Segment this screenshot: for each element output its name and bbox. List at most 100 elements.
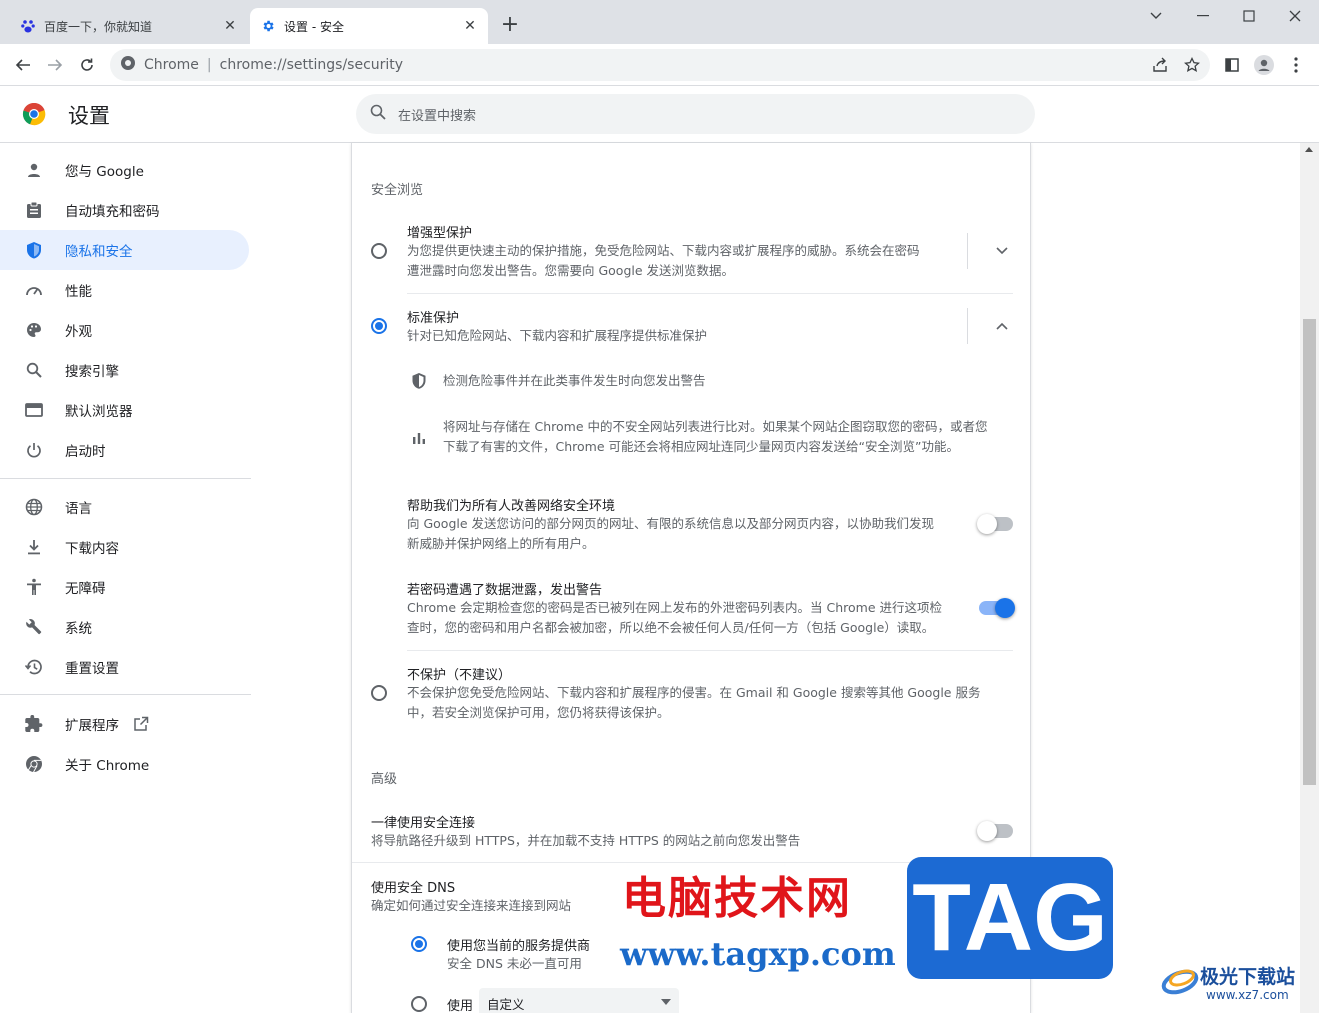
tab-settings-security[interactable]: 设置 - 安全 ✕ <box>250 8 488 44</box>
sidebar-item-reset-settings[interactable]: 重置设置 <box>0 647 249 687</box>
back-button[interactable] <box>10 52 36 78</box>
address-url: chrome://settings/security <box>219 57 404 73</box>
sidebar-item-label: 启动时 <box>65 444 106 460</box>
maximize-icon[interactable] <box>1226 4 1272 28</box>
sidebar-divider <box>0 694 251 695</box>
sidebar-item-privacy-security[interactable]: 隐私和安全 <box>0 230 249 270</box>
sidebar-item-label: 您与 Google <box>65 164 144 180</box>
sidebar-item-search-engine[interactable]: 搜索引擎 <box>0 350 249 390</box>
standard-protection-radio[interactable] <box>371 318 387 334</box>
page-title: 设置 <box>68 104 110 128</box>
tab-title: 设置 - 安全 <box>284 19 344 34</box>
sidebar-divider <box>0 478 251 479</box>
https-only-toggle[interactable] <box>977 821 1013 841</box>
desc-line: 遭泄露时向您发出警告。您需要向 Google 发送浏览数据。 <box>407 263 735 278</box>
dns-custom-label: 使用 <box>447 999 474 1013</box>
share-icon[interactable] <box>1148 53 1172 77</box>
desc-line: Chrome 会定期检查您的密码是否已被列在网上发布的外泄密码列表内。当 Chr… <box>407 600 942 615</box>
sidebar-item-label: 无障碍 <box>65 581 106 597</box>
dns-custom-radio[interactable] <box>411 996 427 1012</box>
section-heading-advanced: 高级 <box>371 772 398 787</box>
sidebar-item-label: 扩展程序 <box>65 718 119 734</box>
shield-detect-icon <box>409 371 429 391</box>
sidebar-item-on-startup[interactable]: 启动时 <box>0 430 249 470</box>
sidebar-item-default-browser[interactable]: 默认浏览器 <box>0 390 249 430</box>
sidebar-item-languages[interactable]: 语言 <box>0 487 249 527</box>
menu-kebab-icon[interactable] <box>1284 53 1308 77</box>
sidebar-item-accessibility[interactable]: 无障碍 <box>0 567 249 607</box>
password-leak-desc: Chrome 会定期检查您的密码是否已被列在网上发布的外泄密码列表内。当 Chr… <box>407 598 967 638</box>
scrollbar-thumb[interactable] <box>1303 319 1316 785</box>
address-bar[interactable]: Chrome | chrome://settings/security <box>110 49 1210 81</box>
standard-feature-2: 将网址与存储在 Chrome 中的不安全网站列表进行比对。如果某个网站企图窃取您… <box>443 417 1013 457</box>
side-panel-icon[interactable] <box>1220 53 1244 77</box>
shield-icon <box>24 240 44 260</box>
download-icon <box>24 537 44 557</box>
desc-line: 下载了有害的文件，Chrome 可能还会将相应网址连同少量网页内容发送给“安全浏… <box>443 439 959 454</box>
chrome-site-icon <box>120 55 136 75</box>
password-leak-toggle[interactable] <box>979 598 1015 618</box>
watermark-tag-logo: TAG <box>907 857 1113 979</box>
desc-line: 不会保护您免受危险网站、下载内容和扩展程序的侵害。在 Gmail 和 Googl… <box>407 685 981 700</box>
baidu-paw-icon <box>20 18 36 34</box>
enhanced-protection-title: 增强型保护 <box>407 226 473 241</box>
enhanced-protection-desc: 为您提供更快速主动的保护措施，免受危险网站、下载内容或扩展程序的威胁。系统会在密… <box>407 241 967 281</box>
vertical-divider <box>967 233 968 269</box>
watermark-corner-name: 极光下载站 <box>1200 966 1296 988</box>
chevron-down-icon[interactable] <box>992 241 1012 261</box>
sidebar-item-downloads[interactable]: 下载内容 <box>0 527 249 567</box>
watermark-url: www.tagxp.com <box>620 935 896 973</box>
page-scrollbar[interactable] <box>1300 143 1319 1013</box>
desc-line: 中，若安全浏览保护可用，您仍将获得该保护。 <box>407 705 670 720</box>
sidebar-item-label: 自动填充和密码 <box>65 204 160 220</box>
bar-chart-icon <box>409 428 429 448</box>
address-site-label: Chrome <box>144 57 199 73</box>
help-improve-title: 帮助我们为所有人改善网络安全环境 <box>407 499 616 514</box>
row-divider <box>407 650 1013 651</box>
close-window-icon[interactable] <box>1272 4 1318 28</box>
close-tab-icon[interactable]: ✕ <box>222 18 238 34</box>
speedometer-icon <box>24 280 44 300</box>
sidebar-item-label: 搜索引擎 <box>65 364 119 380</box>
secure-dns-desc: 确定如何通过安全连接来连接到网站 <box>371 898 572 913</box>
dns-provider-select[interactable]: 自定义 <box>479 988 679 1013</box>
close-tab-icon[interactable]: ✕ <box>462 18 478 34</box>
sidebar-item-label: 下载内容 <box>65 541 119 557</box>
watermark-corner-logo: 极光下载站 www.xz7.com <box>1160 960 1315 1010</box>
bookmark-star-icon[interactable] <box>1180 53 1204 77</box>
sidebar-item-you-and-google[interactable]: 您与 Google <box>0 150 249 190</box>
chrome-logo-icon <box>22 102 46 126</box>
dns-current-provider-radio[interactable] <box>411 936 427 952</box>
settings-header: 设置 在设置中搜索 <box>0 86 1319 143</box>
section-heading-safe-browsing: 安全浏览 <box>371 183 424 198</box>
scroll-up-arrow-icon[interactable] <box>1305 147 1313 152</box>
sidebar-item-appearance[interactable]: 外观 <box>0 310 249 350</box>
sidebar-item-extensions[interactable]: 扩展程序 <box>0 704 249 744</box>
vertical-divider <box>967 308 968 344</box>
search-icon <box>24 360 44 380</box>
forward-button[interactable] <box>42 52 68 78</box>
profile-avatar-icon[interactable] <box>1252 53 1276 77</box>
sidebar-item-autofill[interactable]: 自动填充和密码 <box>0 190 249 230</box>
wrench-icon <box>24 617 44 637</box>
help-improve-desc: 向 Google 发送您访问的部分网页的网址、有限的系统信息以及部分网页内容，以… <box>407 514 967 554</box>
tab-baidu[interactable]: 百度一下，你就知道 ✕ <box>10 8 248 44</box>
reset-history-icon <box>24 657 44 677</box>
sidebar-item-label: 默认浏览器 <box>65 404 133 420</box>
person-icon <box>24 160 44 180</box>
desc-line: 将网址与存储在 Chrome 中的不安全网站列表进行比对。如果某个网站企图窃取您… <box>443 419 988 434</box>
enhanced-protection-radio[interactable] <box>371 243 387 259</box>
no-protection-radio[interactable] <box>371 685 387 701</box>
chevron-up-icon[interactable] <box>992 316 1012 336</box>
reload-button[interactable] <box>74 52 100 78</box>
settings-search-input[interactable]: 在设置中搜索 <box>356 94 1035 134</box>
sidebar-item-system[interactable]: 系统 <box>0 607 249 647</box>
puzzle-icon <box>24 714 44 734</box>
globe-icon <box>24 497 44 517</box>
tab-search-chevron-icon[interactable] <box>1133 4 1179 28</box>
sidebar-item-about-chrome[interactable]: 关于 Chrome <box>0 744 249 784</box>
new-tab-button[interactable]: + <box>498 14 522 38</box>
sidebar-item-performance[interactable]: 性能 <box>0 270 249 310</box>
help-improve-toggle[interactable] <box>977 514 1013 534</box>
minimize-icon[interactable] <box>1180 4 1226 28</box>
